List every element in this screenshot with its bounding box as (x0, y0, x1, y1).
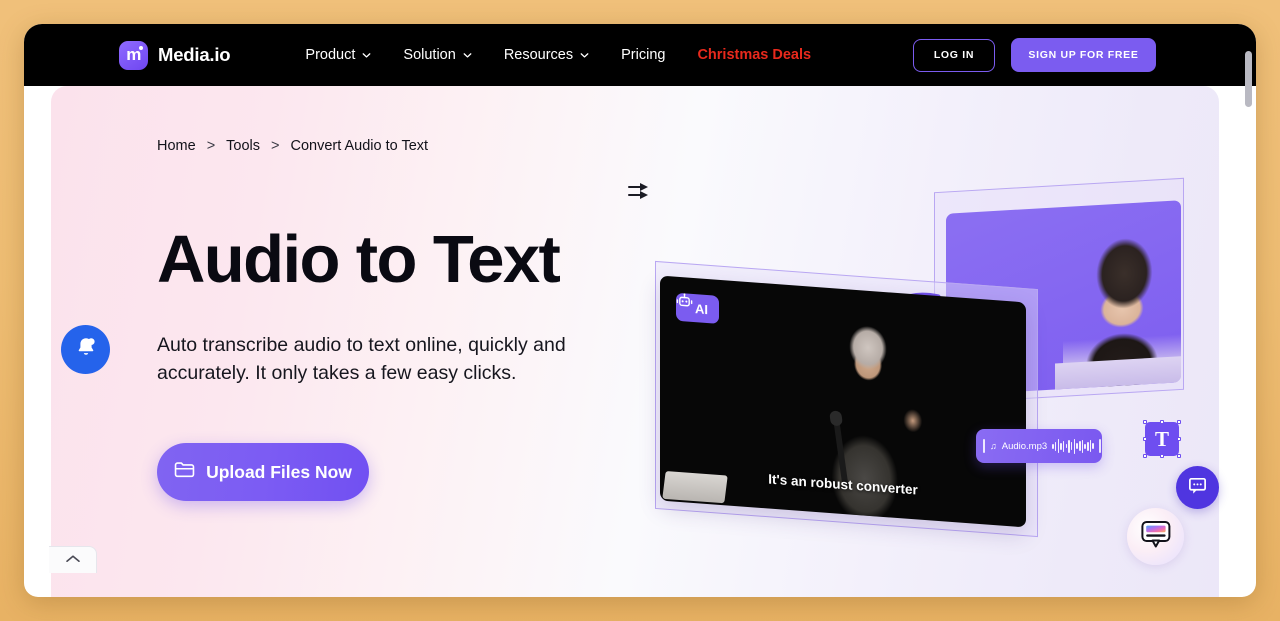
assistant-widget-button[interactable] (1127, 508, 1184, 565)
breadcrumb-item-home[interactable]: Home (157, 138, 196, 154)
audio-file-chip: ♫ Audio.mp3 (976, 429, 1102, 463)
logo-dot (139, 45, 143, 50)
resize-handle (1177, 420, 1181, 424)
audio-trim-handle-left (983, 439, 985, 453)
collapse-panel-toggle[interactable] (49, 546, 97, 573)
resize-handle (1177, 437, 1181, 441)
upload-files-button[interactable]: Upload Files Now (157, 443, 369, 501)
resize-handle (1143, 420, 1147, 424)
nav-actions: LOG IN SIGN UP FOR FREE (913, 38, 1156, 72)
chat-bubble-gradient-icon (1140, 519, 1172, 554)
resize-handle (1143, 437, 1147, 441)
breadcrumb-separator: > (271, 138, 280, 154)
brand-logo[interactable]: m Media.io (119, 40, 231, 70)
chat-bubble-icon (1187, 475, 1208, 501)
breadcrumb-item-tools[interactable]: Tools (226, 138, 260, 154)
chevron-down-icon (463, 51, 472, 60)
login-button[interactable]: LOG IN (913, 38, 995, 72)
nav-item-pricing[interactable]: Pricing (621, 47, 665, 63)
hero-illustration: AI It's an robust converter ♫ Audio.mp3 (626, 177, 1186, 551)
chevron-up-icon (65, 551, 81, 569)
resize-handle (1143, 454, 1147, 458)
nav-item-resources-label: Resources (503, 47, 574, 63)
resize-handle (1177, 454, 1181, 458)
chevron-down-icon (580, 51, 589, 60)
browser-window: m Media.io Product Solution Resources Pr… (24, 24, 1256, 597)
upload-files-button-label: Upload Files Now (206, 461, 352, 482)
signup-button[interactable]: SIGN UP FOR FREE (1011, 38, 1156, 72)
audio-trim-handle-right (1098, 439, 1101, 453)
folder-icon (174, 461, 195, 483)
top-navigation-bar: m Media.io Product Solution Resources Pr… (24, 24, 1256, 86)
nav-item-pricing-label: Pricing (621, 47, 666, 63)
ai-badge-label: AI (695, 300, 708, 317)
resize-handle (1160, 454, 1164, 458)
brand-name: Media.io (158, 44, 231, 65)
bell-icon (74, 335, 98, 364)
student-photo (1055, 222, 1181, 390)
audio-file-name: Audio.mp3 (1001, 440, 1048, 452)
audio-waveform-icon (1052, 438, 1094, 454)
hero-section: Home > Tools > Convert Audio to Text Aud… (51, 86, 1219, 597)
breadcrumb: Home > Tools > Convert Audio to Text (157, 138, 428, 154)
nav-item-product[interactable]: Product (305, 47, 371, 63)
music-note-icon: ♫ (990, 441, 997, 451)
video-preview: AI It's an robust converter (660, 275, 1026, 528)
nav-links: Product Solution Resources Pricing Chris… (305, 47, 811, 63)
nav-item-solution-label: Solution (403, 47, 456, 63)
page-title: Audio to Text (157, 222, 561, 297)
vertical-scrollbar[interactable] (1244, 27, 1253, 594)
text-output-icon: T (1143, 420, 1181, 458)
chevron-down-icon (362, 51, 371, 60)
scrollbar-thumb[interactable] (1245, 51, 1252, 107)
chat-widget-button[interactable] (1176, 466, 1219, 509)
resize-handle (1160, 420, 1164, 424)
swap-arrow-icon (628, 183, 648, 199)
media-io-logo-icon: m (119, 40, 148, 70)
page-subtitle: Auto transcribe audio to text online, qu… (157, 334, 566, 385)
nav-item-christmas-deals[interactable]: Christmas Deals (697, 47, 811, 63)
nav-item-solution[interactable]: Solution (403, 47, 472, 63)
ai-badge: AI (676, 292, 719, 324)
breadcrumb-item-current: Convert Audio to Text (290, 138, 429, 154)
nav-item-product-label: Product (305, 47, 356, 63)
text-output-label: T (1154, 426, 1169, 451)
nav-item-christmas-deals-label: Christmas Deals (697, 47, 812, 63)
breadcrumb-separator: > (206, 138, 216, 154)
nav-item-resources[interactable]: Resources (504, 47, 589, 63)
notification-bell-button[interactable] (61, 325, 110, 374)
